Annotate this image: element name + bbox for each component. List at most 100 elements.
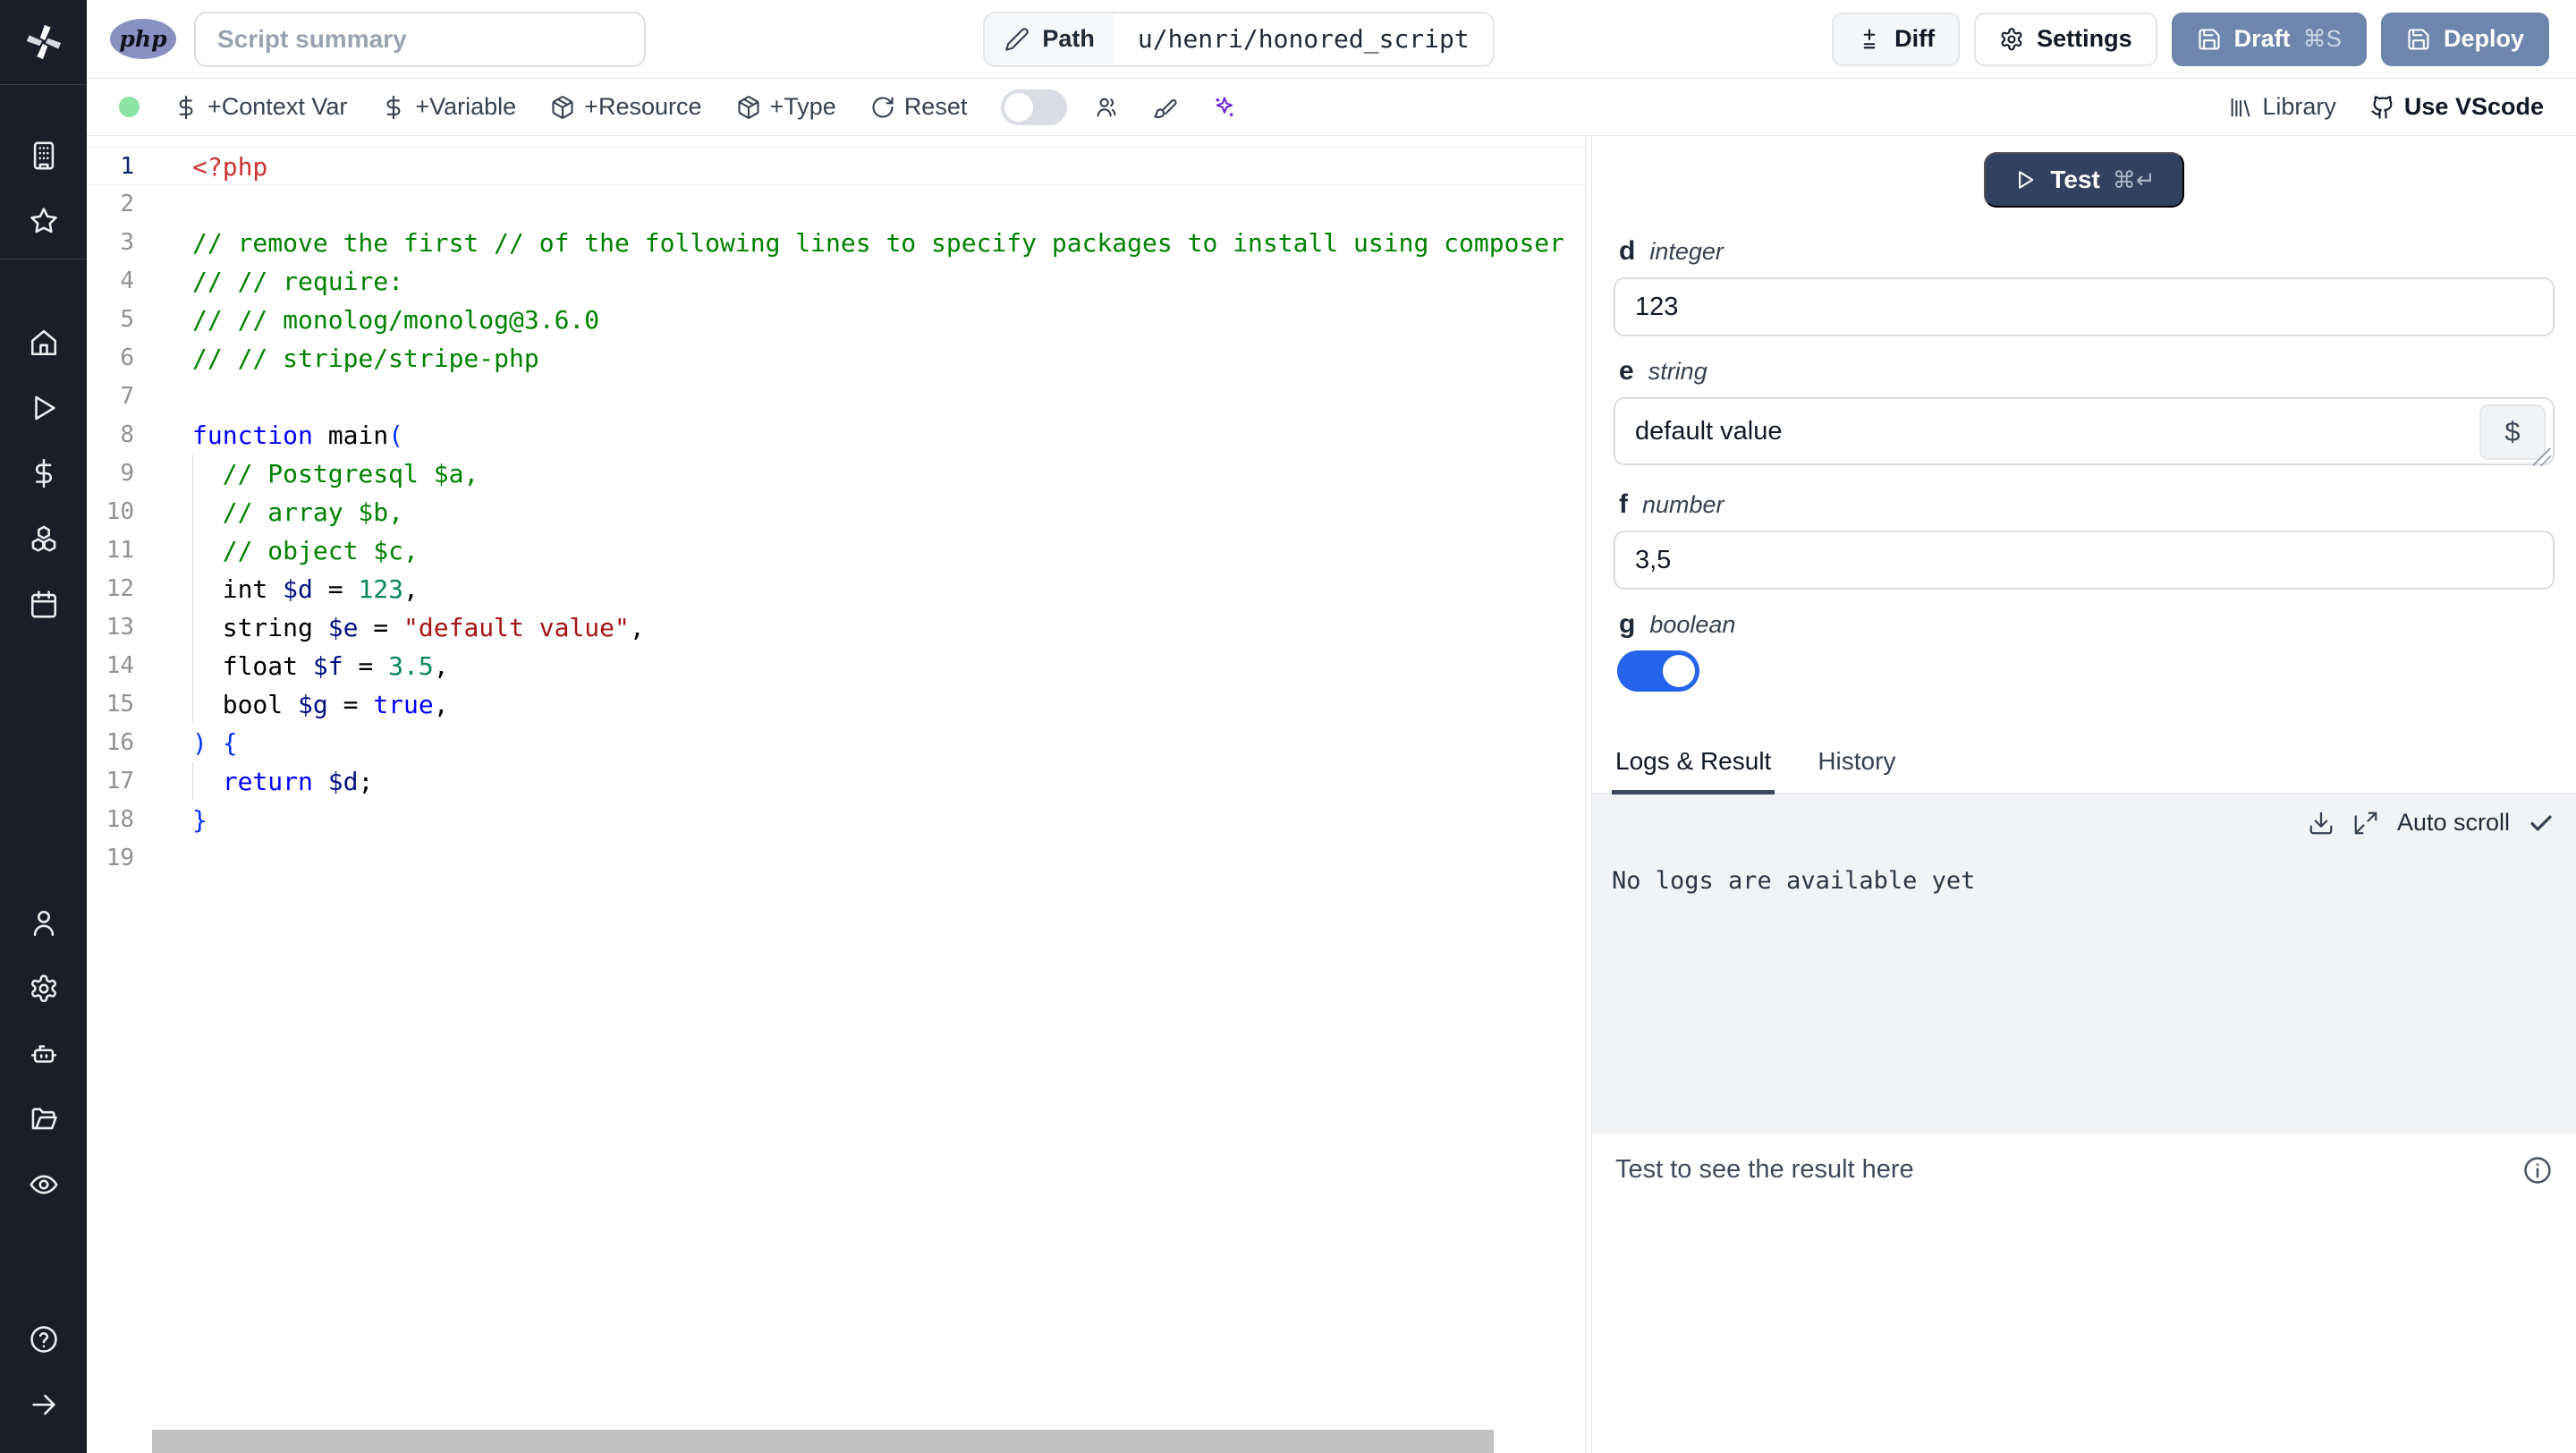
diff-button[interactable]: Diff bbox=[1832, 12, 1961, 66]
brush-icon bbox=[1153, 95, 1178, 120]
line-number: 6 bbox=[120, 344, 134, 371]
result-placeholder: Test to see the result here bbox=[1615, 1155, 1914, 1184]
sidebar-item-workspace[interactable] bbox=[0, 123, 87, 188]
panel-splitter[interactable] bbox=[1585, 136, 1592, 1453]
status-dot bbox=[119, 97, 140, 117]
save-icon bbox=[2406, 27, 2431, 52]
multiplayer-switch[interactable] bbox=[1001, 89, 1068, 125]
deploy-button[interactable]: Deploy bbox=[2380, 12, 2549, 66]
code-line[interactable]: 7 bbox=[87, 378, 1585, 416]
sidebar-item-settings[interactable] bbox=[0, 956, 87, 1021]
multiplayer-toggle-group bbox=[1001, 89, 1119, 125]
field-e-textarea[interactable]: default value bbox=[1614, 397, 2555, 465]
sidebar-item-users[interactable] bbox=[0, 890, 87, 956]
code-line[interactable]: 10 // array $b, bbox=[87, 493, 1585, 531]
library-button[interactable]: Library bbox=[2228, 93, 2336, 121]
code-line[interactable]: 12 int $d = 123, bbox=[87, 570, 1585, 608]
sidebar bbox=[0, 0, 87, 1453]
path-widget[interactable]: Path u/henri/honored_script bbox=[983, 11, 1495, 67]
field-f-input[interactable] bbox=[1614, 531, 2555, 590]
ai-assistant-button[interactable] bbox=[1212, 95, 1237, 120]
field-f: f number bbox=[1614, 489, 2555, 590]
line-number: 11 bbox=[106, 537, 134, 564]
result-area: Test to see the result here bbox=[1592, 1133, 2576, 1453]
field-name: d bbox=[1619, 236, 1636, 266]
code-line[interactable]: 16) { bbox=[87, 724, 1585, 762]
code-line[interactable]: 2 bbox=[87, 185, 1585, 224]
sidebar-item-home[interactable] bbox=[0, 310, 87, 375]
code-line[interactable]: 6// // stripe/stripe-php bbox=[87, 339, 1585, 378]
line-number: 8 bbox=[120, 421, 134, 448]
use-vscode-button[interactable]: Use VScode bbox=[2370, 93, 2544, 121]
logs-empty-message: No logs are available yet bbox=[1612, 867, 1976, 895]
code-editor[interactable]: 1 <?php 2 3// remove the first // of the fo… bbox=[87, 136, 1585, 1453]
code-lines: 1 <?php 2 3// remove the first // of the fo… bbox=[87, 147, 1585, 878]
download-logs-icon[interactable] bbox=[2308, 810, 2334, 837]
check-icon[interactable] bbox=[2528, 810, 2555, 837]
code-line[interactable]: 1 <?php bbox=[87, 147, 1585, 185]
draft-button[interactable]: Draft ⌘S bbox=[2171, 12, 2367, 66]
line-number: 10 bbox=[106, 498, 134, 525]
package-icon bbox=[550, 95, 575, 120]
auto-scroll-label[interactable]: Auto scroll bbox=[2397, 809, 2510, 837]
code-line[interactable]: 4// // require: bbox=[87, 262, 1585, 301]
add-context-var-button[interactable]: +Context Var bbox=[174, 93, 347, 121]
code-line[interactable]: 8 function main( bbox=[87, 416, 1585, 455]
package-icon bbox=[736, 95, 761, 120]
code-line[interactable]: 14 float $f = 3.5, bbox=[87, 647, 1585, 685]
add-variable-button[interactable]: +Variable bbox=[381, 93, 516, 121]
sidebar-item-audit[interactable] bbox=[0, 1151, 87, 1217]
sidebar-item-resources[interactable] bbox=[0, 506, 87, 571]
settings-button[interactable]: Settings bbox=[1974, 12, 2157, 66]
sidebar-item-expand[interactable] bbox=[0, 1372, 87, 1437]
field-d: d integer bbox=[1614, 236, 2555, 336]
sidebar-item-favorites[interactable] bbox=[0, 188, 87, 253]
field-type: number bbox=[1642, 491, 1724, 518]
add-type-button[interactable]: +Type bbox=[736, 93, 836, 121]
add-resource-button[interactable]: +Resource bbox=[550, 93, 702, 121]
play-icon bbox=[2012, 167, 2038, 192]
field-name: g bbox=[1619, 609, 1636, 639]
field-d-input[interactable] bbox=[1614, 277, 2555, 336]
code-line[interactable]: 9 // Postgresql $a, bbox=[87, 455, 1585, 493]
code-line[interactable]: 19 bbox=[87, 839, 1585, 878]
resize-handle[interactable] bbox=[2533, 448, 2551, 466]
tab-logs-result[interactable]: Logs & Result bbox=[1612, 738, 1775, 794]
robot-icon bbox=[29, 1039, 59, 1069]
field-g-toggle[interactable] bbox=[1617, 650, 1699, 692]
path-label: Path bbox=[1042, 25, 1095, 52]
run-panel: Test ⌘↵ d integer e bbox=[1592, 136, 2576, 1453]
path-value: u/henri/honored_script bbox=[1137, 24, 1470, 54]
test-button[interactable]: Test ⌘↵ bbox=[1984, 152, 2184, 208]
line-number: 19 bbox=[106, 845, 134, 871]
github-icon bbox=[2370, 95, 2395, 120]
sidebar-item-runs[interactable] bbox=[0, 375, 87, 440]
sidebar-item-workers[interactable] bbox=[0, 1021, 87, 1086]
summary-input[interactable] bbox=[194, 11, 646, 67]
code-line[interactable]: 11 // object $c, bbox=[87, 531, 1585, 570]
expand-logs-icon[interactable] bbox=[2352, 810, 2379, 837]
format-button[interactable] bbox=[1153, 95, 1178, 120]
sidebar-item-schedules[interactable] bbox=[0, 571, 87, 636]
test-shortcut: ⌘↵ bbox=[2112, 166, 2156, 193]
sidebar-item-help[interactable] bbox=[0, 1306, 87, 1372]
code-line[interactable]: 18} bbox=[87, 801, 1585, 839]
code-line[interactable]: 15 bool $g = true, bbox=[87, 685, 1585, 724]
code-line[interactable]: 13 string $e = "default value", bbox=[87, 608, 1585, 647]
star-icon bbox=[29, 206, 59, 236]
line-number: 1 bbox=[120, 153, 134, 180]
dollar-icon bbox=[29, 458, 59, 489]
windmill-logo[interactable] bbox=[0, 0, 87, 85]
horizontal-scrollbar[interactable] bbox=[152, 1430, 1494, 1453]
reset-button[interactable]: Reset bbox=[870, 93, 967, 121]
line-number: 5 bbox=[120, 306, 134, 333]
code-line[interactable]: 5// // monolog/monolog@3.6.0 bbox=[87, 301, 1585, 339]
sidebar-item-folders[interactable] bbox=[0, 1086, 87, 1151]
info-icon[interactable] bbox=[2522, 1155, 2553, 1185]
code-line[interactable]: 17 return $d; bbox=[87, 762, 1585, 801]
tab-history[interactable]: History bbox=[1814, 738, 1899, 794]
sidebar-item-variables[interactable] bbox=[0, 440, 87, 506]
code-line[interactable]: 3// remove the first // of the following… bbox=[87, 224, 1585, 262]
field-e: e string default value $ bbox=[1614, 356, 2555, 470]
line-number: 7 bbox=[120, 383, 134, 410]
